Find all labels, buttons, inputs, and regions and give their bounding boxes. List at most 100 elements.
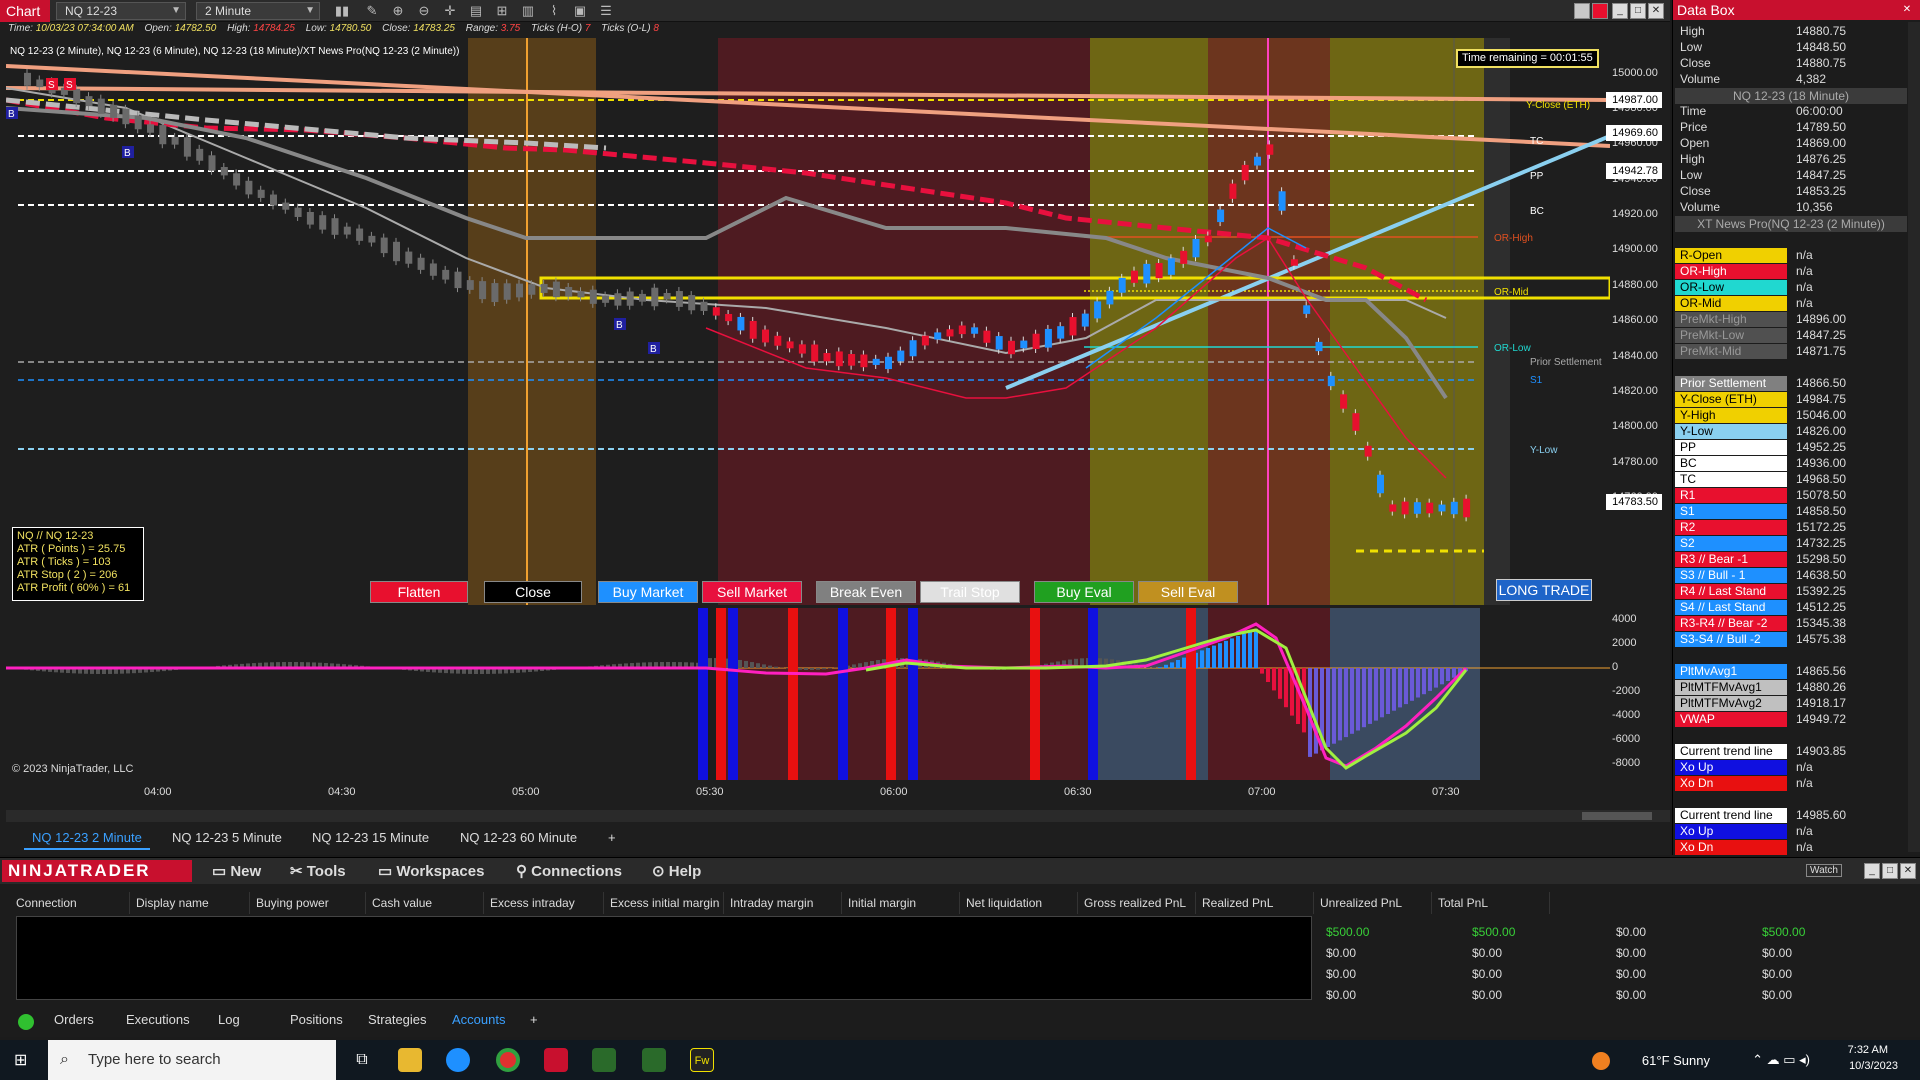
info-time-value: 10/03/23 07:34:00 AM <box>35 23 134 34</box>
tray-icons[interactable]: ⌃ ☁ ▭ ◂) <box>1752 1052 1810 1068</box>
column-header[interactable]: Intraday margin <box>724 892 842 914</box>
data-box-scrollbar[interactable] <box>1908 22 1920 852</box>
buy-eval-button[interactable]: Buy Eval <box>1034 581 1134 603</box>
tab-executions[interactable]: Executions <box>126 1012 190 1027</box>
app-icon[interactable] <box>592 1048 616 1072</box>
file-explorer-icon[interactable] <box>398 1048 422 1072</box>
osc-bar <box>1392 668 1396 711</box>
column-header[interactable]: Excess intraday margin <box>484 892 604 932</box>
tab-positions[interactable]: Positions <box>290 1012 343 1027</box>
bar-type-icon[interactable]: ▮▮ <box>334 3 350 19</box>
tab-strategies[interactable]: Strategies <box>368 1012 427 1027</box>
ninjatrader-app-icon[interactable] <box>544 1048 568 1072</box>
column-header[interactable]: Buying power <box>250 892 366 914</box>
tab-60-minute[interactable]: NQ 12-23 60 Minute <box>452 826 585 850</box>
menu-workspaces[interactable]: ▭ Workspaces <box>378 862 484 880</box>
buy-market-button[interactable]: Buy Market <box>598 581 698 603</box>
oscillator-panel[interactable] <box>6 608 1610 780</box>
data-box-row: Volume 4,382 <box>1675 72 1907 87</box>
column-header[interactable]: Net liquidation <box>960 892 1078 914</box>
tab-accounts[interactable]: Accounts <box>452 1012 505 1027</box>
add-tab-button[interactable]: + <box>600 826 624 850</box>
crosshair-icon[interactable]: ✛ <box>442 3 458 19</box>
close-position-button[interactable]: Close <box>484 581 582 603</box>
add-tab-button[interactable]: + <box>530 1012 538 1027</box>
break-even-button[interactable]: Break Even <box>816 581 916 603</box>
column-header[interactable]: Initial margin <box>842 892 960 914</box>
instrument-selector[interactable]: NQ 12-23 ▼ <box>56 2 186 20</box>
scroll-thumb[interactable] <box>1582 812 1652 820</box>
zoom-in-icon[interactable]: ⊕ <box>390 3 406 19</box>
weather-text[interactable]: 61°F Sunny <box>1642 1053 1710 1068</box>
tab-2-minute[interactable]: NQ 12-23 2 Minute <box>24 826 150 850</box>
data-box-row <box>1675 728 1907 743</box>
minimize-button[interactable]: _ <box>1864 863 1880 879</box>
data-series-icon[interactable]: ⊞ <box>494 3 510 19</box>
interval-selector[interactable]: 2 Minute ▼ <box>196 2 320 20</box>
zoom-out-icon[interactable]: ⊖ <box>416 3 432 19</box>
menu-connections[interactable]: ⚲ Connections <box>516 862 622 880</box>
app-icon[interactable] <box>642 1048 666 1072</box>
column-header[interactable]: Realized PnL <box>1196 892 1314 914</box>
fw-app-icon[interactable]: Fw <box>690 1048 714 1072</box>
close-icon[interactable]: ✕ <box>1899 2 1915 18</box>
horizontal-scrollbar[interactable] <box>6 810 1670 822</box>
data-box-label: OR-High <box>1675 264 1787 279</box>
tab-15-minute[interactable]: NQ 12-23 15 Minute <box>304 826 437 850</box>
interval-value: 2 Minute <box>205 4 252 18</box>
tab-5-minute[interactable]: NQ 12-23 5 Minute <box>164 826 290 850</box>
signal-bar <box>698 608 708 780</box>
sell-market-button[interactable]: Sell Market <box>702 581 802 603</box>
tab-orders[interactable]: Orders <box>54 1012 94 1027</box>
minimize-button[interactable]: _ <box>1612 3 1628 19</box>
price-panel[interactable]: S S B B B B Y-Close (ETH) TC PP BC OR-Hi… <box>6 38 1610 605</box>
template-icon[interactable]: ▣ <box>572 3 588 19</box>
properties-icon[interactable]: ▤ <box>468 3 484 19</box>
clock-date[interactable]: 10/3/2023 <box>1849 1060 1898 1072</box>
clock-time[interactable]: 7:32 AM <box>1848 1044 1888 1056</box>
column-header[interactable]: Total PnL <box>1432 892 1550 914</box>
flatten-button[interactable]: Flatten <box>370 581 468 603</box>
osc-bar <box>1332 668 1336 744</box>
candle-body <box>1389 504 1397 512</box>
candle-body <box>1315 341 1323 352</box>
menu-tools[interactable]: ✂ Tools <box>290 862 346 880</box>
menu-help[interactable]: ⊙ Help <box>652 862 701 880</box>
accounts-grid-body[interactable] <box>16 916 1312 1000</box>
watch-button[interactable]: Watch <box>1806 864 1842 877</box>
color-link-button[interactable] <box>1592 3 1608 19</box>
trail-stop-button[interactable]: Trail Stop <box>920 581 1020 603</box>
task-view-icon[interactable]: ⧉ <box>350 1048 374 1072</box>
candle-body <box>122 108 130 125</box>
chevron-down-icon: ▼ <box>305 5 315 16</box>
strategies-icon[interactable]: ⌇ <box>546 3 562 19</box>
column-header[interactable]: Excess initial margin <box>604 892 724 914</box>
column-header[interactable]: Unrealized PnL <box>1314 892 1432 914</box>
column-header[interactable]: Display name <box>130 892 250 914</box>
column-header[interactable]: Gross realized PnL <box>1078 892 1196 914</box>
close-window-button[interactable]: ✕ <box>1648 3 1664 19</box>
close-window-button[interactable]: ✕ <box>1900 863 1916 879</box>
oscillator-canvas <box>6 608 1610 780</box>
osc-bar <box>1374 668 1378 721</box>
menu-new[interactable]: ▭ New <box>212 862 261 880</box>
column-header[interactable]: Connection <box>10 892 130 914</box>
column-header[interactable]: Cash value <box>366 892 484 914</box>
edge-icon[interactable] <box>446 1048 470 1072</box>
indicators-icon[interactable]: ▥ <box>520 3 536 19</box>
draw-pencil-icon[interactable]: ✎ <box>364 3 380 19</box>
candle-body <box>762 329 769 343</box>
long-trade-button[interactable]: LONG TRADE <box>1496 579 1592 601</box>
chrome-icon[interactable] <box>496 1048 520 1072</box>
maximize-button[interactable]: □ <box>1882 863 1898 879</box>
list-icon[interactable]: ☰ <box>598 3 614 19</box>
pnl-cell: $0.00 <box>1326 967 1357 981</box>
osc-bar <box>822 668 826 670</box>
maximize-button[interactable]: □ <box>1630 3 1646 19</box>
taskbar-search[interactable]: ⌕ Type here to search <box>48 1040 336 1080</box>
candle-body <box>1167 258 1175 275</box>
tab-log[interactable]: Log <box>218 1012 240 1027</box>
link-button[interactable] <box>1574 3 1590 19</box>
sell-eval-button[interactable]: Sell Eval <box>1138 581 1238 603</box>
windows-start-icon[interactable]: ⊞ <box>14 1052 32 1070</box>
